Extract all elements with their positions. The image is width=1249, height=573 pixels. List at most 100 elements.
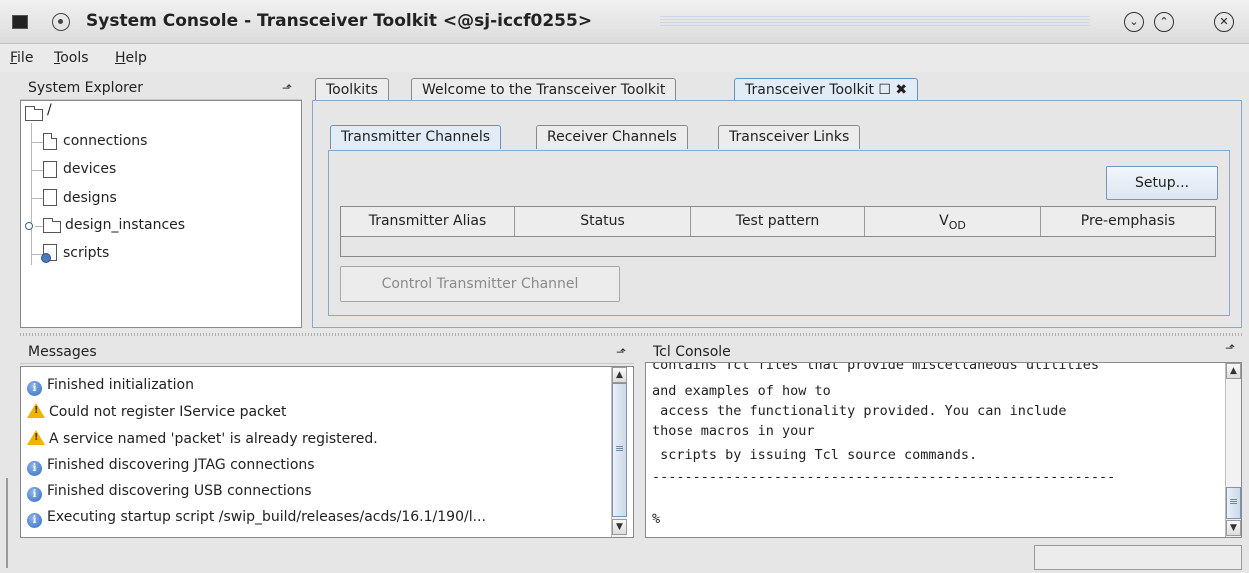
tree-item-scripts[interactable]: scripts — [63, 245, 109, 261]
console-prompt[interactable]: % — [652, 511, 660, 527]
minimize-button[interactable]: ⌄ — [1124, 12, 1144, 32]
transmitter-table-body[interactable] — [340, 237, 1216, 257]
message-text: Finished initialization — [47, 377, 194, 393]
setup-button[interactable]: Setup... — [1106, 166, 1218, 200]
connections-icon — [43, 133, 57, 150]
info-icon: i — [27, 381, 42, 396]
tab-transceiver-toolkit[interactable]: Transceiver Toolkit ☐ ✖ — [734, 78, 919, 102]
undock-icon[interactable]: ⬏ — [282, 82, 294, 94]
info-icon: i — [27, 513, 42, 528]
tree-connector — [31, 198, 43, 199]
list-item: i Executing startup script /swip_build/re… — [27, 509, 611, 528]
messages-scrollbar[interactable]: ▲ ▼ — [611, 367, 627, 537]
title-bar-grip — [660, 16, 1090, 28]
expand-toggle-icon[interactable] — [25, 222, 33, 230]
tree-connector — [35, 226, 43, 227]
devices-icon — [43, 161, 57, 178]
tree-connector — [31, 142, 43, 143]
menu-file-label: ile — [17, 50, 34, 66]
column-status[interactable]: Status — [515, 207, 691, 236]
window-menu-icon[interactable] — [52, 13, 70, 31]
tree-connector — [31, 123, 32, 265]
message-text: Executing startup script /swip_build/rel… — [47, 509, 486, 525]
app-icon[interactable] — [12, 15, 28, 29]
messages-list[interactable]: i Finished initialization Could not regis… — [20, 366, 634, 538]
window-edge — [6, 478, 8, 568]
window-title: System Console - Transceiver Toolkit <@s… — [86, 11, 593, 31]
list-item: i Finished discovering USB connections — [27, 483, 312, 502]
messages-header: Messages ⬏ — [20, 340, 634, 364]
list-item: A service named 'packet' is already regi… — [27, 430, 378, 447]
tree-item-connections[interactable]: connections — [63, 133, 147, 149]
console-line: and examples of how to — [652, 383, 831, 399]
list-item: i Finished discovering JTAG connections — [27, 457, 315, 476]
root-folder-icon — [25, 106, 43, 121]
console-line: contains Tcl files that provide miscella… — [652, 362, 1100, 373]
warning-icon — [27, 430, 45, 445]
list-item: i Finished initialization — [27, 377, 194, 396]
column-vod-subscript: OD — [948, 218, 966, 232]
menu-file-mnemonic: F — [10, 50, 18, 66]
maximize-button[interactable]: ⌃ — [1154, 12, 1174, 32]
menu-file[interactable]: File — [10, 50, 33, 66]
menu-tools[interactable]: Tools — [54, 50, 89, 66]
column-vod[interactable]: VOD — [865, 207, 1041, 236]
tree-item-design-instances[interactable]: design_instances — [65, 217, 185, 233]
explorer-tree[interactable]: / connections devices designs design_ins… — [20, 100, 302, 328]
explorer-title: System Explorer — [28, 80, 143, 96]
column-vod-label: V — [939, 213, 949, 229]
message-text: Could not register IService packet — [49, 404, 287, 420]
menu-help-label: elp — [125, 50, 147, 66]
tcl-console-title: Tcl Console — [653, 344, 731, 360]
message-text: Finished discovering JTAG connections — [47, 457, 315, 473]
column-pre-emphasis[interactable]: Pre-emphasis — [1041, 207, 1215, 236]
tab-toolkits[interactable]: Toolkits — [315, 78, 389, 102]
close-button[interactable]: ✕ — [1214, 12, 1234, 32]
tcl-console-output[interactable]: contains Tcl files that provide miscella… — [645, 362, 1242, 538]
scroll-thumb[interactable] — [612, 383, 627, 517]
menu-tools-label: ools — [60, 50, 89, 66]
menu-help-mnemonic: H — [115, 50, 126, 66]
column-test-pattern[interactable]: Test pattern — [691, 207, 865, 236]
tree-item-designs[interactable]: designs — [63, 190, 117, 206]
title-bar: System Console - Transceiver Toolkit <@s… — [0, 0, 1249, 44]
tree-connector — [31, 170, 43, 171]
scroll-up-icon[interactable]: ▲ — [1226, 363, 1241, 379]
tcl-scrollbar[interactable]: ▲ ▼ — [1225, 363, 1241, 537]
console-line: access the functionality provided. You c… — [652, 403, 1067, 419]
menu-bar: File Tools Help — [0, 44, 1249, 72]
console-separator: ----------------------------------------… — [652, 469, 1116, 485]
list-item: Could not register IService packet — [27, 403, 286, 420]
menu-help[interactable]: Help — [115, 50, 147, 66]
transmitter-table-header: Transmitter Alias Status Test pattern VO… — [340, 206, 1216, 237]
scroll-thumb[interactable] — [1226, 487, 1241, 519]
column-transmitter-alias[interactable]: Transmitter Alias — [341, 207, 515, 236]
control-transmitter-channel-button[interactable]: Control Transmitter Channel — [340, 266, 620, 302]
tab-transceiver-links[interactable]: Transceiver Links — [718, 125, 861, 149]
undock-icon[interactable]: ⬏ — [1225, 342, 1237, 354]
scroll-down-icon[interactable]: ▼ — [1226, 520, 1241, 536]
scroll-up-icon[interactable]: ▲ — [612, 367, 627, 383]
undock-icon[interactable]: ⬏ — [616, 346, 628, 358]
console-line: those macros in your — [652, 423, 815, 439]
tab-receiver-channels[interactable]: Receiver Channels — [536, 125, 688, 149]
scripts-icon — [41, 244, 57, 263]
horizontal-splitter[interactable] — [20, 333, 1242, 336]
message-text: Finished discovering USB connections — [47, 483, 312, 499]
tcl-console-header: Tcl Console ⬏ — [645, 340, 1242, 364]
console-line: scripts by issuing Tcl source commands. — [652, 447, 978, 463]
scroll-down-icon[interactable]: ▼ — [612, 519, 627, 535]
info-icon: i — [27, 487, 42, 502]
status-bar-field — [1034, 545, 1242, 570]
tab-welcome[interactable]: Welcome to the Transceiver Toolkit — [411, 78, 677, 102]
tree-item-devices[interactable]: devices — [63, 161, 116, 177]
tab-transmitter-channels[interactable]: Transmitter Channels — [330, 125, 502, 149]
explorer-header: System Explorer ⬏ — [20, 78, 302, 100]
design-instances-folder-icon — [43, 218, 61, 233]
tree-root[interactable]: / — [47, 102, 52, 118]
designs-icon — [43, 189, 57, 206]
info-icon: i — [27, 461, 42, 476]
messages-title: Messages — [28, 344, 97, 360]
warning-icon — [27, 403, 45, 418]
message-text: A service named 'packet' is already regi… — [49, 431, 378, 447]
